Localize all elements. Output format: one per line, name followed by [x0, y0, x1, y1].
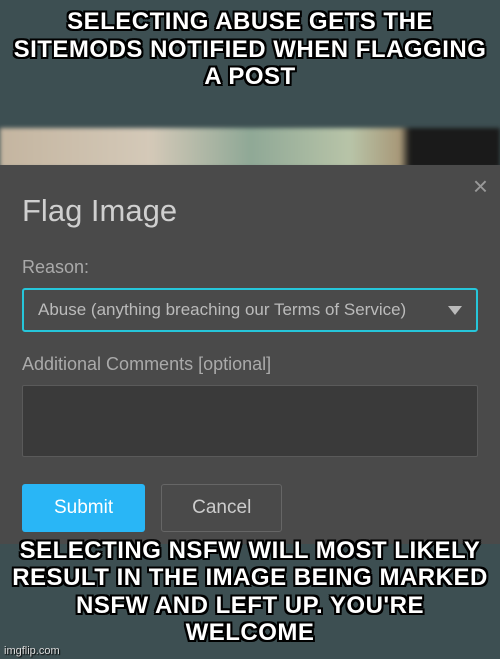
reason-selected-text: Abuse (anything breaching our Terms of S…	[38, 300, 406, 320]
reason-label: Reason:	[22, 257, 478, 278]
meme-caption-top: SELECTING ABUSE GETS THE SITEMODS NOTIFI…	[0, 8, 500, 91]
comments-label: Additional Comments [optional]	[22, 354, 478, 375]
watermark: imgflip.com	[4, 645, 60, 657]
flag-image-dialog: × Flag Image Reason: Abuse (anything bre…	[0, 165, 500, 544]
submit-button[interactable]: Submit	[22, 484, 145, 532]
meme-caption-bottom: SELECTING NSFW WILL MOST LIKELY RESULT I…	[0, 537, 500, 647]
reason-dropdown[interactable]: Abuse (anything breaching our Terms of S…	[22, 288, 478, 332]
chevron-down-icon	[448, 306, 462, 315]
background-image-strip	[0, 128, 500, 168]
button-row: Submit Cancel	[22, 484, 478, 532]
dialog-title: Flag Image	[22, 193, 478, 229]
close-icon[interactable]: ×	[473, 173, 488, 199]
cancel-button[interactable]: Cancel	[161, 484, 282, 532]
comments-textarea[interactable]	[22, 385, 478, 457]
